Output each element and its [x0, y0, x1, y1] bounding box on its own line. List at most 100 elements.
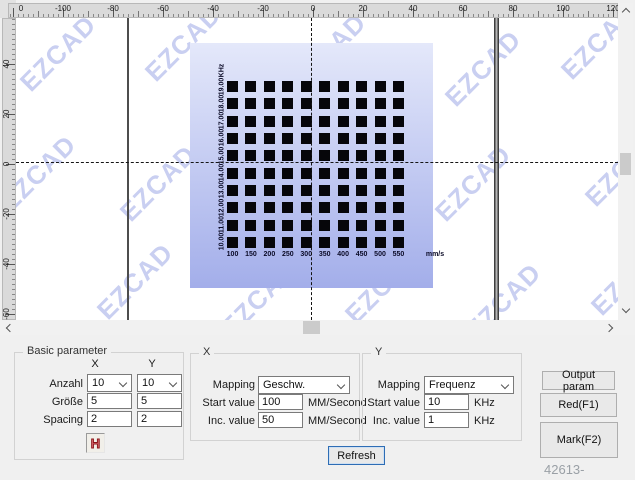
- basic-column-y-label: Y: [142, 358, 162, 370]
- red-f1-button[interactable]: Red(F1): [540, 393, 617, 417]
- marking-square: [227, 168, 238, 179]
- marking-square: [227, 185, 238, 196]
- marking-square: [338, 150, 349, 161]
- y-start-value-field[interactable]: [424, 394, 469, 410]
- x-start-value-field[interactable]: [258, 394, 303, 410]
- marking-square: [282, 98, 293, 109]
- marking-square: [227, 220, 238, 231]
- hruler-tick-label: -80: [101, 4, 125, 13]
- marking-square: [319, 202, 330, 213]
- marking-square: [245, 98, 256, 109]
- vertical-scrollbar[interactable]: [618, 3, 633, 320]
- marking-square: [375, 116, 386, 127]
- marking-square: [245, 237, 256, 248]
- ezcad-watermark: EZCAD: [585, 233, 618, 320]
- marking-square: [227, 237, 238, 248]
- vruler-tick-label: 0: [2, 152, 12, 176]
- refresh-button[interactable]: Refresh: [328, 446, 385, 465]
- output-param-button[interactable]: Output param: [542, 371, 615, 390]
- marking-square: [227, 133, 238, 144]
- canvas-viewport[interactable]: EZCADEZCADEZCADEZCADEZCADEZCADEZCADEZCAD…: [16, 18, 618, 320]
- marking-square: [393, 185, 404, 196]
- groesse-x-field[interactable]: [87, 393, 132, 409]
- chevron-down-icon[interactable]: [119, 379, 127, 387]
- chevron-down-icon[interactable]: [501, 381, 509, 389]
- marking-square: [393, 133, 404, 144]
- marking-square: [375, 133, 386, 144]
- anzahl-label: Anzahl: [20, 378, 83, 390]
- vruler-tick-label: 20: [2, 102, 12, 126]
- hruler-tick-label: 40: [401, 4, 425, 13]
- x-axis-tick-label: 550: [385, 251, 411, 258]
- hruler-tick-label: 60: [451, 4, 475, 13]
- marking-square: [227, 81, 238, 92]
- vertical-scrollbar-thumb[interactable]: [620, 153, 631, 175]
- scroll-left-icon[interactable]: [6, 324, 14, 332]
- vruler-tick-label: -40: [2, 252, 12, 276]
- y-mapping-combobox[interactable]: Frequenz: [424, 376, 514, 394]
- y-inc-value-field[interactable]: [424, 412, 469, 428]
- marking-square: [245, 116, 256, 127]
- ezcad-param-mark-window: 0-100-80-60-40-20020406080100120 40200-2…: [0, 0, 635, 480]
- spacing-x-field[interactable]: [87, 411, 132, 427]
- marking-square: [319, 133, 330, 144]
- ezcad-watermark: EZCAD: [439, 24, 528, 113]
- marking-square: [356, 150, 367, 161]
- hruler-tick-label: -20: [251, 4, 275, 13]
- y-mapping-value: Frequenz: [429, 379, 475, 391]
- marking-square: [319, 220, 330, 231]
- horizontal-scrollbar[interactable]: [0, 320, 635, 335]
- ezcad-watermark: EZCAD: [555, 18, 618, 86]
- anzahl-x-combobox[interactable]: 10: [87, 374, 132, 392]
- scroll-right-icon[interactable]: [605, 324, 613, 332]
- y-start-value-label: Start value: [330, 397, 420, 409]
- marking-square: [356, 116, 367, 127]
- marking-square: [227, 150, 238, 161]
- x-axis-unit-label: mm/s: [422, 251, 448, 258]
- hruler-tick-label: -60: [151, 4, 175, 13]
- marking-square: [375, 202, 386, 213]
- marking-square: [338, 220, 349, 231]
- horizontal-scrollbar-thumb[interactable]: [303, 321, 320, 334]
- hatch-icon[interactable]: H: [86, 433, 105, 453]
- marking-square: [375, 150, 386, 161]
- marking-square: [338, 237, 349, 248]
- spacing-label: Spacing: [20, 414, 83, 426]
- marking-square: [319, 237, 330, 248]
- marking-square: [375, 168, 386, 179]
- marking-square: [319, 81, 330, 92]
- marking-square: [338, 185, 349, 196]
- scroll-down-icon[interactable]: [622, 305, 630, 313]
- ezcad-watermark: EZCAD: [459, 257, 548, 320]
- basic-column-x-label: X: [85, 358, 105, 370]
- marking-square: [282, 202, 293, 213]
- x-mapping-label: Mapping: [150, 379, 255, 391]
- marking-square: [264, 237, 275, 248]
- vertical-ruler: 40200-20-40-60: [2, 18, 16, 320]
- marking-square: [245, 220, 256, 231]
- scroll-up-icon[interactable]: [622, 8, 630, 16]
- marking-square: [393, 116, 404, 127]
- marking-square: [319, 168, 330, 179]
- marking-square: [282, 237, 293, 248]
- marking-square: [338, 133, 349, 144]
- marking-square: [393, 202, 404, 213]
- marking-square: [264, 116, 275, 127]
- marking-square: [338, 202, 349, 213]
- marking-square: [282, 81, 293, 92]
- marking-square: [356, 202, 367, 213]
- marking-square: [245, 81, 256, 92]
- marking-square: [264, 202, 275, 213]
- groesse-label: Größe: [20, 396, 83, 408]
- marking-square: [338, 168, 349, 179]
- x-inc-value-field[interactable]: [258, 412, 303, 428]
- marking-square: [282, 150, 293, 161]
- marking-square: [264, 98, 275, 109]
- marking-square: [227, 202, 238, 213]
- mark-f2-button[interactable]: Mark(F2): [540, 422, 618, 458]
- x-start-value-label: Start value: [150, 397, 255, 409]
- vruler-tick-label: 40: [2, 52, 12, 76]
- marking-grid[interactable]: [227, 81, 404, 248]
- marking-square: [338, 98, 349, 109]
- marking-square: [393, 98, 404, 109]
